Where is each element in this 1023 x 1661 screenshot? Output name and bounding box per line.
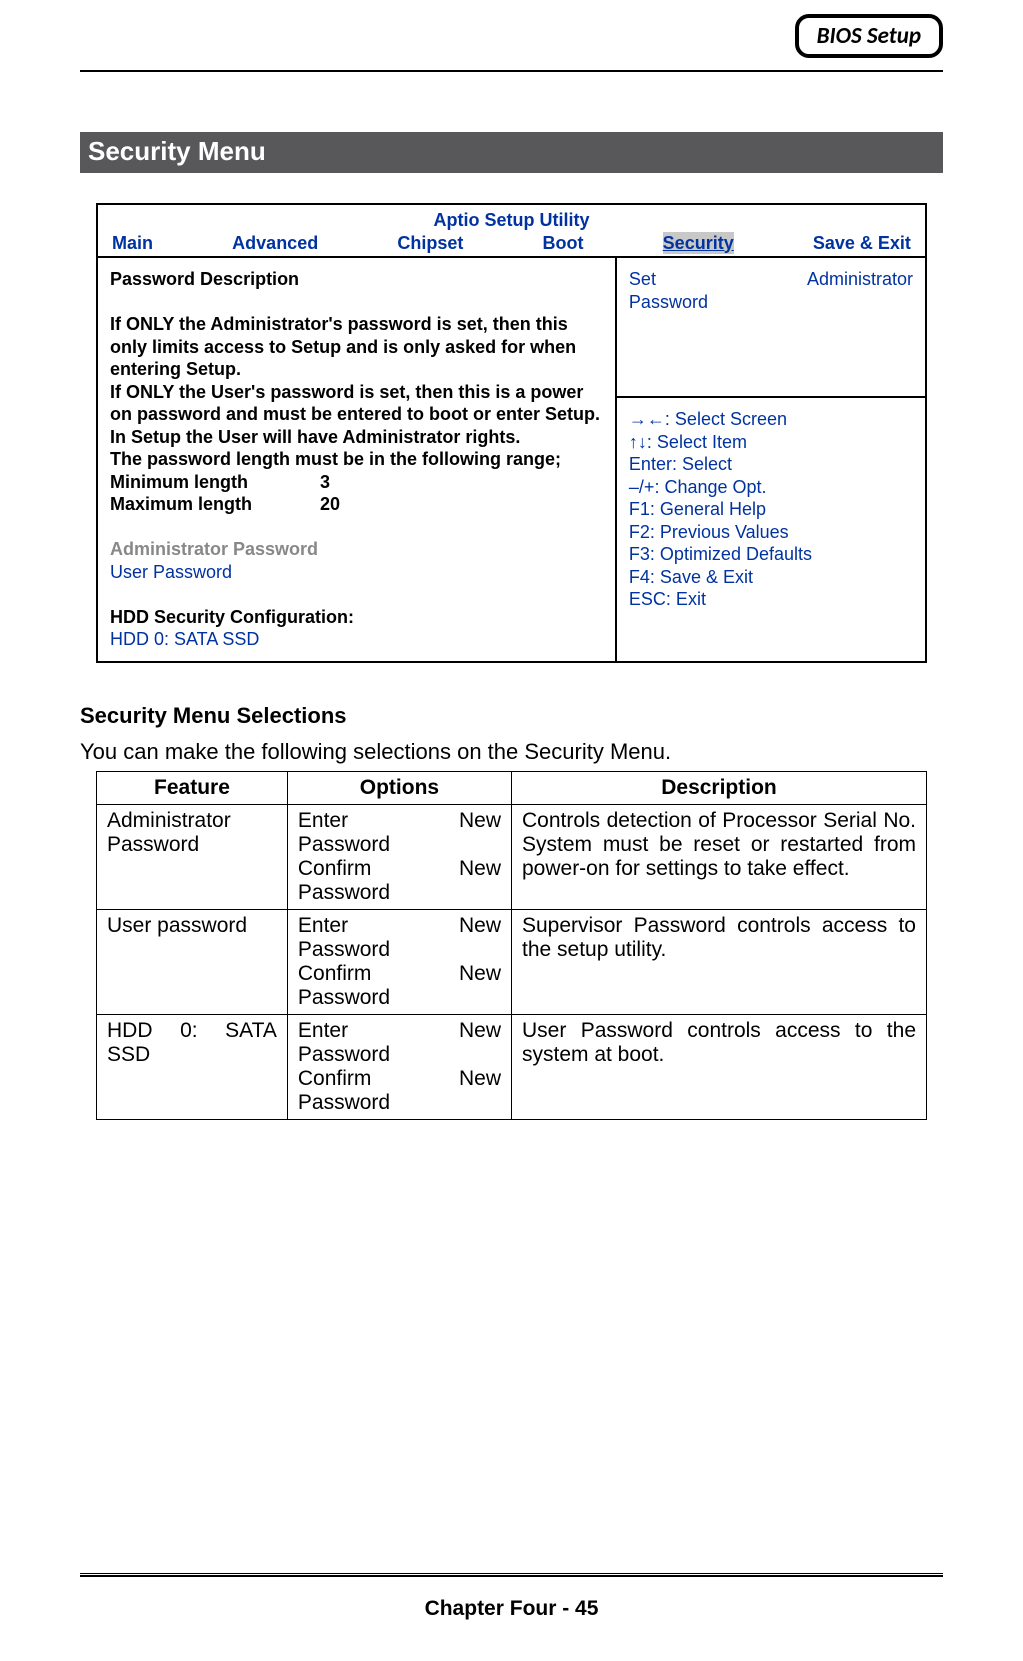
help-line-2: ↑↓: Select Item xyxy=(629,431,913,454)
help-line-3: Enter: Select xyxy=(629,453,913,476)
action-password: Password xyxy=(629,292,708,312)
bios-help-action: Set Password Administrator xyxy=(617,258,925,398)
bios-screen: Aptio Setup Utility Main Advanced Chipse… xyxy=(96,203,927,663)
section-title: Security Menu xyxy=(80,132,943,173)
tab-chipset[interactable]: Chipset xyxy=(397,232,463,255)
help-line-7: F3: Optimized Defaults xyxy=(629,543,913,566)
hdd-0-item[interactable]: HDD 0: SATA SSD xyxy=(110,628,603,651)
header-rule xyxy=(80,70,943,72)
min-length-label: Minimum length xyxy=(110,471,320,494)
table-row: User passwordEnterNewPasswordConfirmNewP… xyxy=(97,909,927,1014)
col-options: Options xyxy=(287,771,511,804)
selections-table: Feature Options Description Administrato… xyxy=(96,771,927,1120)
tab-advanced[interactable]: Advanced xyxy=(232,232,318,255)
max-length-value: 20 xyxy=(320,493,340,516)
help-line-1: →←: Select Screen xyxy=(629,408,913,431)
feature-cell: Administrator Password xyxy=(97,804,288,909)
password-para2: If ONLY the User's password is set, then… xyxy=(110,381,603,449)
header-badge: BIOS Setup xyxy=(795,14,943,58)
col-description: Description xyxy=(511,771,926,804)
selections-heading: Security Menu Selections xyxy=(80,703,943,729)
help-line-4: –/+: Change Opt. xyxy=(629,476,913,499)
help-line-5: F1: General Help xyxy=(629,498,913,521)
tab-boot[interactable]: Boot xyxy=(543,232,584,255)
hdd-security-heading: HDD Security Configuration: xyxy=(110,606,603,629)
tab-save-exit[interactable]: Save & Exit xyxy=(813,232,911,255)
max-length-label: Maximum length xyxy=(110,493,320,516)
description-cell: Controls detection of Processor Serial N… xyxy=(511,804,926,909)
help-line-6: F2: Previous Values xyxy=(629,521,913,544)
footer-text: Chapter Four - 45 xyxy=(80,1597,943,1621)
min-length-value: 3 xyxy=(320,471,330,494)
tab-main[interactable]: Main xyxy=(112,232,153,255)
options-cell: EnterNewPasswordConfirmNewPassword xyxy=(287,804,511,909)
help-line-9: ESC: Exit xyxy=(629,588,913,611)
bios-tabs: Main Advanced Chipset Boot Security Save… xyxy=(98,232,925,259)
table-row: HDD 0: SATA SSDEnterNewPasswordConfirmNe… xyxy=(97,1014,927,1119)
password-para1: If ONLY the Administrator's password is … xyxy=(110,313,603,381)
password-description-heading: Password Description xyxy=(110,268,603,291)
help-line-8: F4: Save & Exit xyxy=(629,566,913,589)
selections-intro: You can make the following selections on… xyxy=(80,739,943,765)
table-row: Administrator PasswordEnterNewPasswordCo… xyxy=(97,804,927,909)
bios-utility-title: Aptio Setup Utility xyxy=(98,205,925,232)
feature-cell: User password xyxy=(97,909,288,1014)
bios-left-panel: Password Description If ONLY the Adminis… xyxy=(98,258,617,661)
footer-rule xyxy=(80,1573,943,1577)
password-range-line: The password length must be in the follo… xyxy=(110,448,603,471)
action-administrator: Administrator xyxy=(807,269,913,289)
options-cell: EnterNewPasswordConfirmNewPassword xyxy=(287,1014,511,1119)
administrator-password-item[interactable]: Administrator Password xyxy=(110,538,603,561)
description-cell: Supervisor Password controls access to t… xyxy=(511,909,926,1014)
options-cell: EnterNewPasswordConfirmNewPassword xyxy=(287,909,511,1014)
user-password-item[interactable]: User Password xyxy=(110,561,603,584)
col-feature: Feature xyxy=(97,771,288,804)
feature-cell: HDD 0: SATA SSD xyxy=(97,1014,288,1119)
page-footer: Chapter Four - 45 xyxy=(80,1573,943,1621)
description-cell: User Password controls access to the sys… xyxy=(511,1014,926,1119)
tab-security[interactable]: Security xyxy=(663,232,734,255)
bios-help-keys: →←: Select Screen ↑↓: Select Item Enter:… xyxy=(617,398,925,661)
action-set: Set xyxy=(629,269,656,289)
